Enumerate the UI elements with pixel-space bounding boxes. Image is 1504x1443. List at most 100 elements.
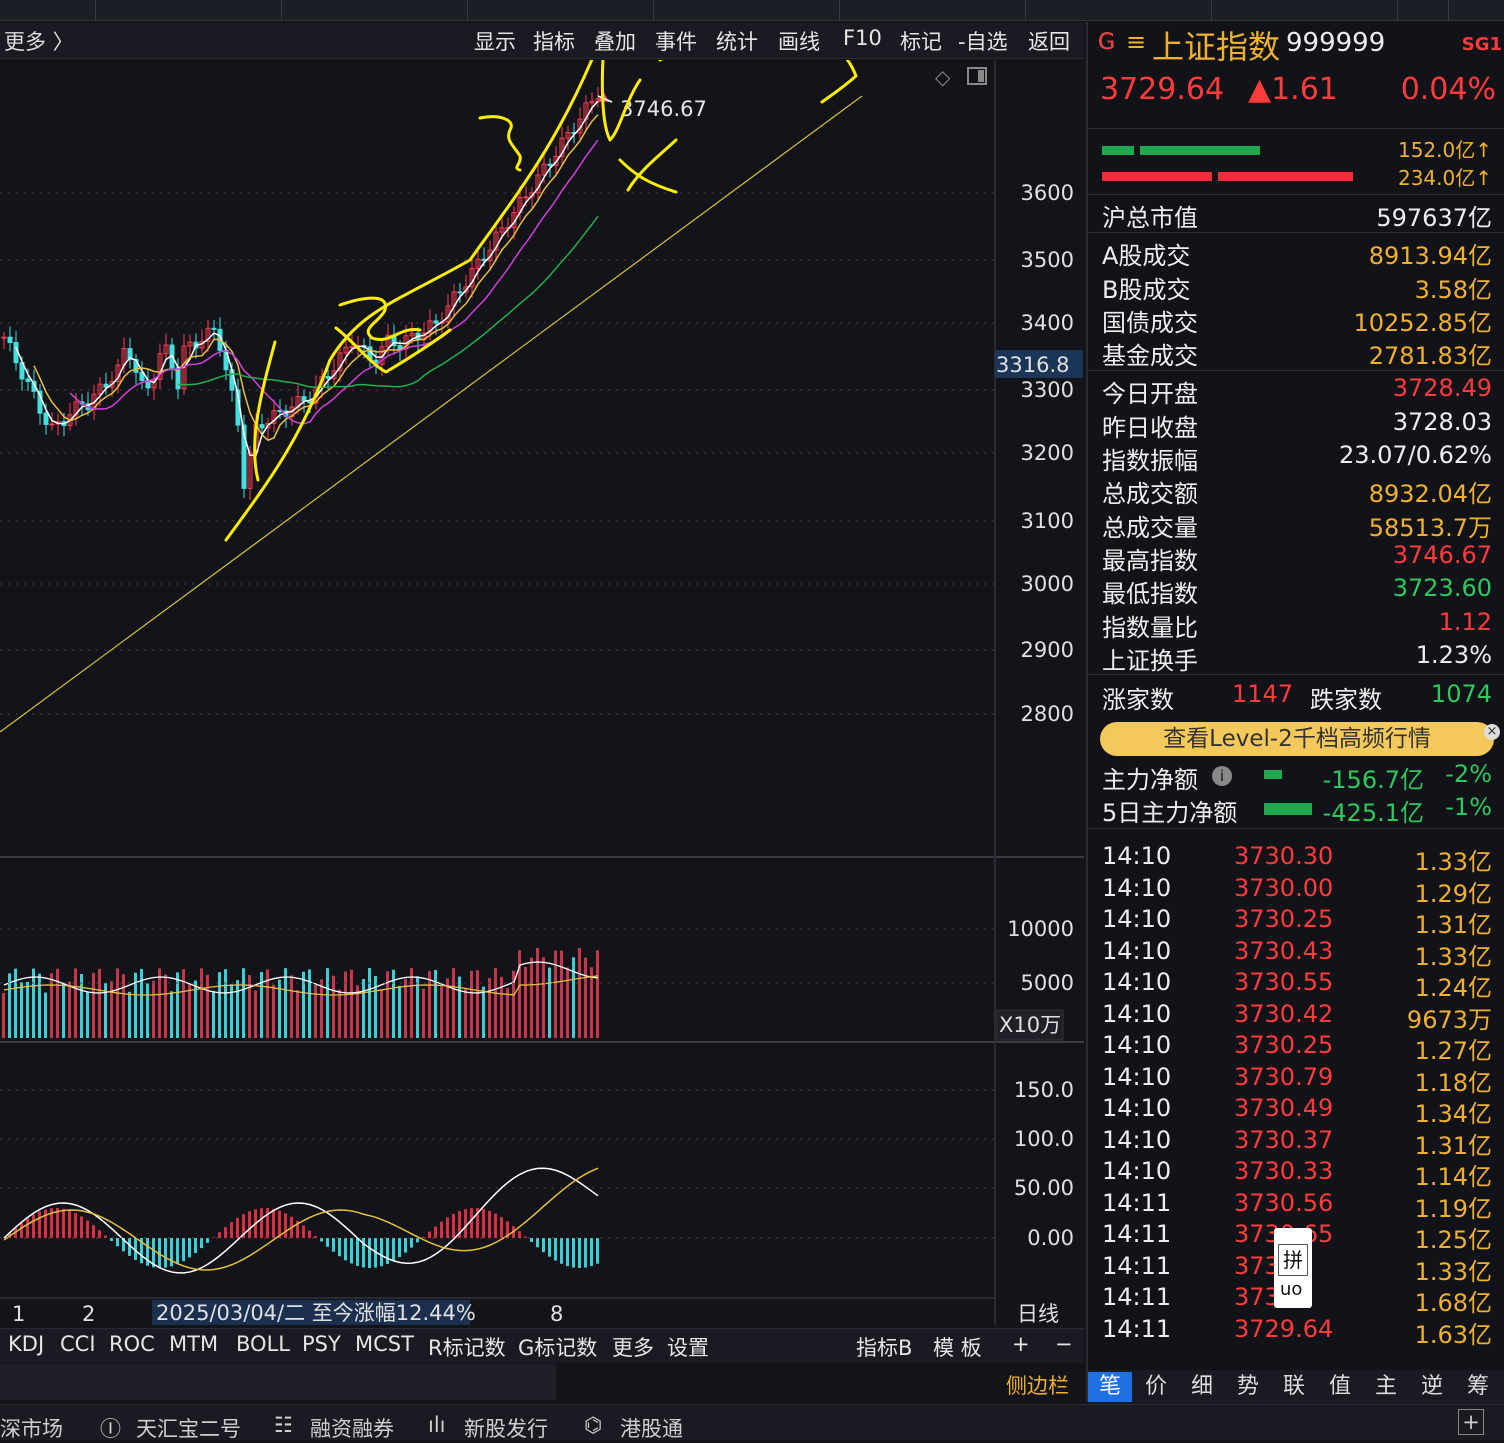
zoom-out-button[interactable]: −: [1055, 1332, 1073, 1356]
toolbar-f10[interactable]: F10: [843, 26, 882, 50]
sidebar-button[interactable]: 侧边栏: [1006, 1370, 1069, 1400]
toolbar-draw[interactable]: 画线: [778, 26, 820, 56]
ime-popup[interactable]: 拼 on: [1274, 1228, 1312, 1308]
diamond-icon[interactable]: ◇: [935, 65, 951, 89]
stat-row: 国债成交 10252.85亿: [1102, 303, 1492, 337]
tab-r-mark[interactable]: R标记数: [428, 1332, 506, 1362]
tab-value[interactable]: 值: [1318, 1372, 1362, 1402]
date-label: 8: [550, 1302, 563, 1325]
stat-row: 上证换手 1.23%: [1102, 641, 1492, 675]
tick-row: 14:10 3730.30 1.33亿: [1102, 842, 1492, 876]
tab-boll[interactable]: BOLL: [236, 1332, 290, 1356]
tab-chips[interactable]: 筹: [1456, 1372, 1500, 1402]
info-icon[interactable]: i: [1212, 766, 1232, 786]
price-tick: 2800: [1021, 702, 1074, 726]
stat-row: 昨日收盘 3728.03: [1102, 408, 1492, 442]
tick-row: 14:10 3730.00 1.29亿: [1102, 873, 1492, 908]
price-tick: 3100: [1021, 509, 1074, 533]
toolbar-display[interactable]: 显示: [474, 26, 516, 56]
stat-row: 今日开盘 3728.49: [1102, 374, 1492, 408]
top-tab[interactable]: [1212, 0, 1398, 20]
add-icon[interactable]: +: [1458, 1409, 1484, 1435]
tick-row: 14:10 3730.33 1.14亿: [1102, 1157, 1492, 1191]
ipo-icon: ılı: [428, 1413, 446, 1437]
stat-row: A股成交 8913.94亿: [1102, 236, 1492, 270]
detail-tabs: 笔 价 细 势 联 值 主 逆 筹: [1088, 1370, 1504, 1404]
level2-banner[interactable]: 查看Level-2千档高频行情: [1100, 722, 1494, 756]
top-tab[interactable]: [1398, 0, 1449, 20]
flow-top-value: 152.0亿↑: [1397, 138, 1492, 162]
toolbar-stats[interactable]: 统计: [716, 26, 758, 56]
price-tick: 3300: [1021, 378, 1074, 402]
top-tab[interactable]: [654, 0, 840, 20]
close-icon[interactable]: ×: [1484, 724, 1500, 740]
tab-kdj[interactable]: KDJ: [8, 1332, 44, 1356]
stat-row: 指数振幅 23.07/0.62%: [1102, 441, 1492, 475]
tab-trades[interactable]: 笔: [1088, 1372, 1132, 1402]
stat-label: 国债成交: [1102, 309, 1198, 337]
indicator-b-button[interactable]: 指标B: [856, 1332, 912, 1362]
top-tab[interactable]: [468, 0, 654, 20]
tick-row: 14:10 3730.25 1.27亿: [1102, 1031, 1492, 1065]
flow-bar-green: [1140, 146, 1260, 155]
flow-bottom-value: 234.0亿↑: [1397, 166, 1492, 190]
tab-cci[interactable]: CCI: [60, 1332, 96, 1356]
date-info: 2025/03/04/二 至今涨幅12.44%: [156, 1301, 476, 1325]
tab-trend[interactable]: 势: [1226, 1372, 1270, 1402]
top-tab[interactable]: [96, 0, 282, 20]
stat-value: 8913.94亿: [1368, 242, 1492, 270]
top-tab[interactable]: [1026, 0, 1212, 20]
current-price-tag: 3316.8: [996, 353, 1069, 377]
index-change: ▲1.61: [1248, 72, 1338, 107]
bottom-scroll-area[interactable]: [0, 1364, 556, 1400]
kline-chart-area[interactable]: 3316.8 ◇ 3600 3500 3400 3300 3200 3100 3…: [0, 0, 1084, 1326]
stat-label: 基金成交: [1102, 342, 1198, 370]
stat-label: A股成交: [1102, 242, 1191, 270]
stat-label: 总成交量: [1102, 514, 1198, 542]
price-tick: 3000: [1021, 572, 1074, 596]
toolbar-overlay[interactable]: 叠加: [594, 26, 636, 56]
tab-mtm[interactable]: MTM: [169, 1332, 218, 1356]
tab-more[interactable]: 更多: [612, 1332, 654, 1362]
period-label[interactable]: 日线: [1017, 1302, 1059, 1326]
stat-label: 沪总市值: [1102, 204, 1198, 232]
toolbar-watchlist[interactable]: -自选: [958, 26, 1008, 56]
top-tab[interactable]: [282, 0, 468, 20]
tick-row: 14:10 3730.42 9673万: [1102, 999, 1492, 1034]
stat-value: 23.07/0.62%: [1338, 441, 1492, 469]
tab-price[interactable]: 价: [1134, 1372, 1178, 1402]
tick-row: 14:11 3729.64 1.63亿: [1102, 1314, 1492, 1349]
stat-value: 3.58亿: [1414, 276, 1492, 304]
top-tab[interactable]: [840, 0, 1026, 20]
template-button[interactable]: 模 板: [933, 1332, 982, 1362]
toolbar-mark[interactable]: 标记: [900, 26, 942, 56]
volume-tick: 10000: [1007, 917, 1074, 941]
stat-row: 最低指数 3723.60: [1102, 574, 1492, 608]
tab-detail[interactable]: 细: [1180, 1372, 1224, 1402]
tab-mcst[interactable]: MCST: [355, 1332, 414, 1356]
tab-psy[interactable]: PSY: [302, 1332, 341, 1356]
tab-g-mark[interactable]: G标记数: [518, 1332, 597, 1362]
tick-row: 14:11 3730.56 1.19亿: [1102, 1188, 1492, 1223]
kline-chart[interactable]: 3316.8 ◇ 3600 3500 3400 3300 3200 3100 3…: [0, 0, 1084, 1326]
menu-icon[interactable]: ≡: [1126, 28, 1146, 56]
toolbar-event[interactable]: 事件: [655, 26, 697, 56]
tab-linked[interactable]: 联: [1272, 1372, 1316, 1402]
sg-badge[interactable]: SG1: [1462, 34, 1502, 55]
stat-value: 3728.49: [1392, 374, 1492, 402]
up-count: 1147: [1232, 680, 1294, 708]
tab-main[interactable]: 主: [1364, 1372, 1408, 1402]
price-tick: 3600: [1021, 181, 1074, 205]
stat-row: 沪总市值 597637亿: [1102, 198, 1492, 232]
tab-reverse[interactable]: 逆: [1410, 1372, 1454, 1402]
more-menu[interactable]: 更多 〉: [4, 26, 74, 56]
zoom-in-button[interactable]: +: [1012, 1332, 1030, 1356]
stat-row: 总成交额 8932.04亿: [1102, 474, 1492, 508]
top-tab[interactable]: [0, 0, 96, 20]
toolbar-indicator[interactable]: 指标: [533, 26, 575, 56]
tab-roc[interactable]: ROC: [109, 1332, 155, 1356]
down-count: 1074: [1430, 680, 1492, 708]
stat-label: 今日开盘: [1102, 380, 1198, 408]
toolbar-back[interactable]: 返回: [1028, 26, 1070, 56]
tab-settings[interactable]: 设置: [667, 1332, 709, 1362]
